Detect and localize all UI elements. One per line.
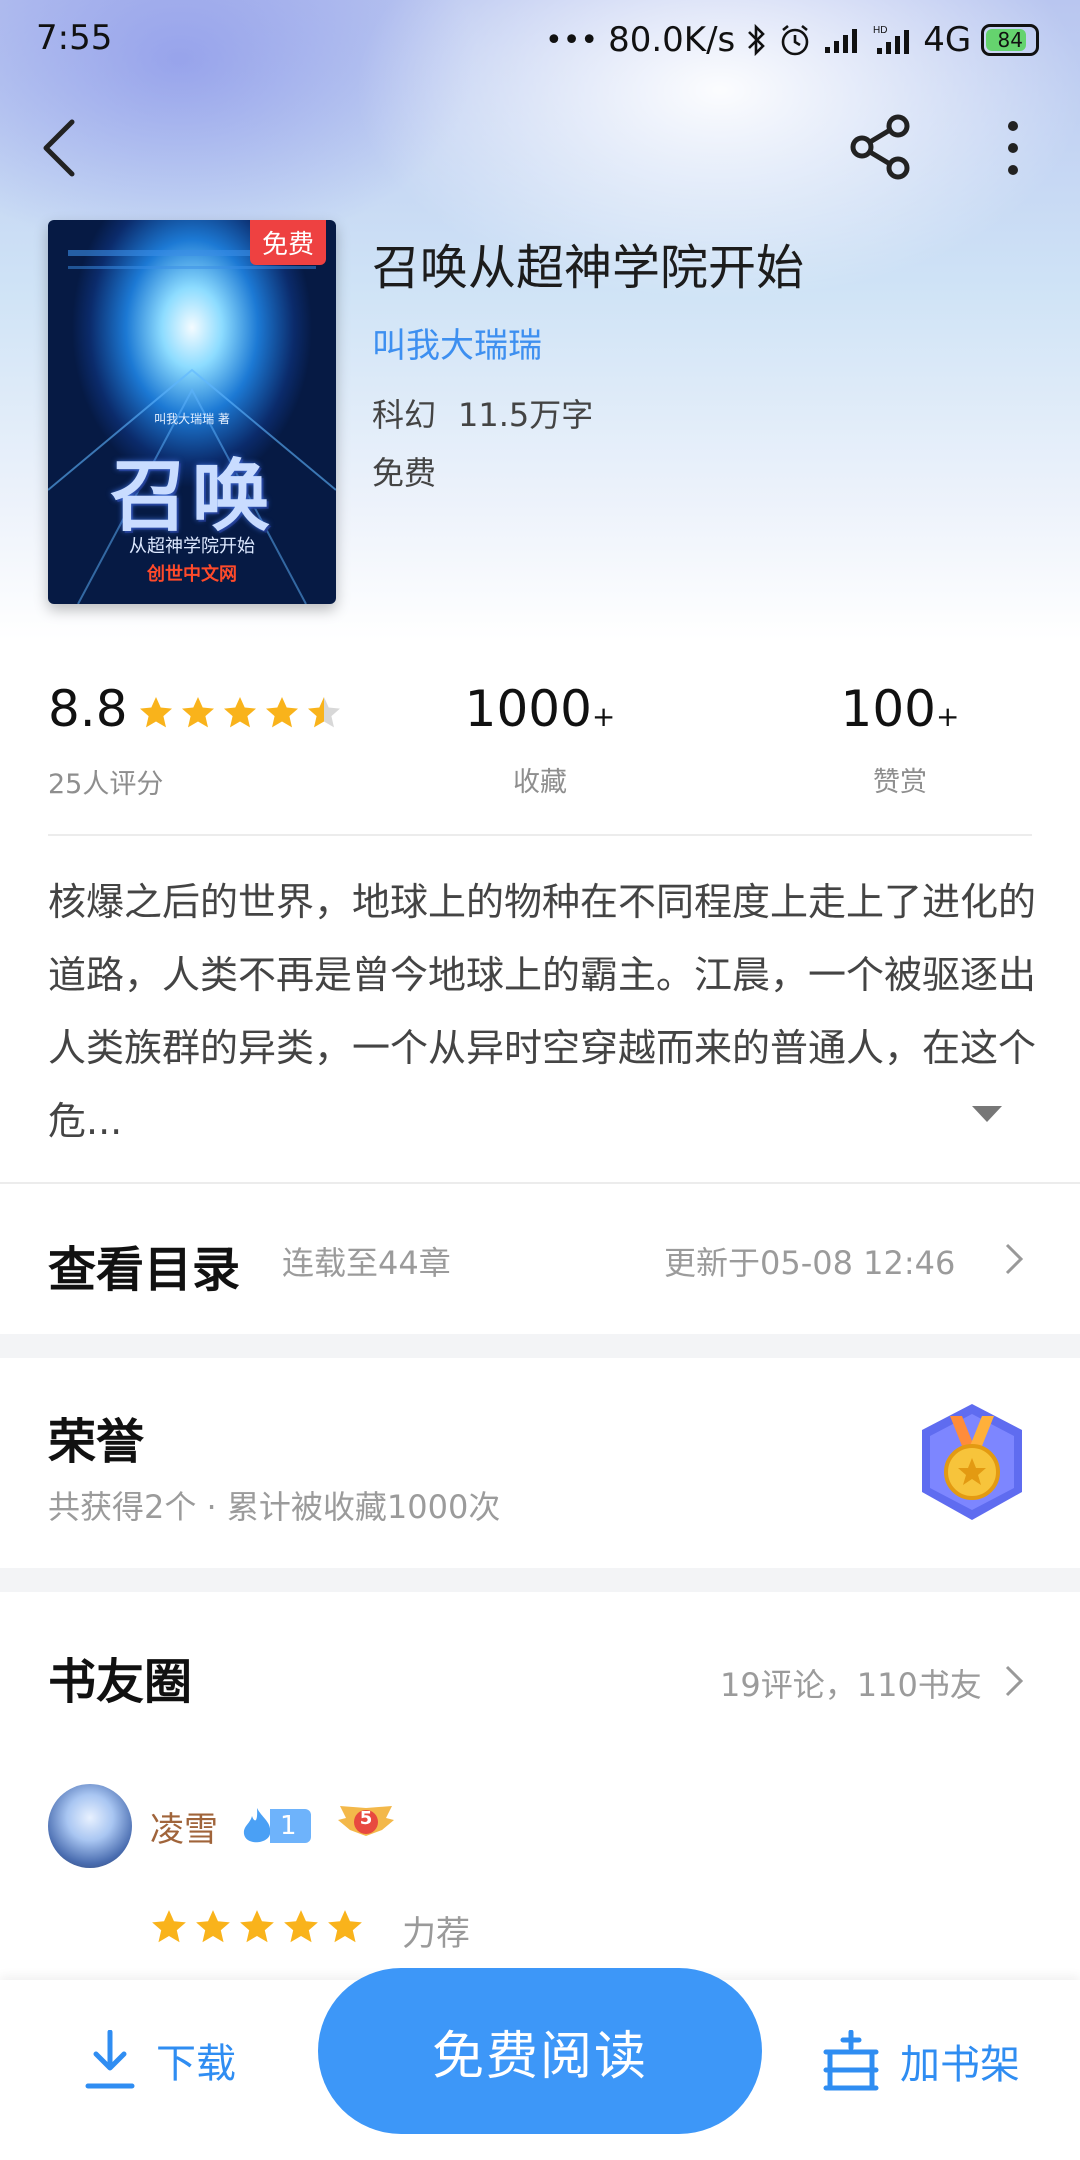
section-gap [0, 1568, 1080, 1592]
rewards-count: 100 [840, 680, 936, 738]
network-speed: 80.0K/s [608, 20, 736, 60]
signal-icon [825, 29, 858, 53]
free-read-label: 免费阅读 [431, 2026, 648, 2087]
rewards-label: 赞赏 [873, 767, 927, 798]
star-icon [152, 1910, 186, 1943]
share-button[interactable] [848, 114, 914, 180]
book-price: 免费 [372, 454, 437, 492]
star-icon [224, 697, 256, 728]
network-type: 4G [923, 20, 972, 60]
chevron-right-icon [1005, 1665, 1024, 1697]
chevron-right-icon [1005, 1243, 1024, 1275]
badge-level: 5 [359, 1808, 373, 1829]
recommend-label: 力荐 [402, 1914, 470, 1954]
back-button[interactable] [40, 118, 80, 178]
star-icon [240, 1910, 274, 1943]
svg-text:HD: HD [873, 25, 887, 36]
download-icon [85, 2030, 135, 2089]
battery-icon: 84 [981, 24, 1040, 56]
honor-row[interactable]: 荣誉 共获得2个 · 累计被收藏1000次 [0, 1358, 1080, 1566]
circle-header[interactable]: 书友圈 19评论，110书友 [0, 1592, 1080, 1772]
level-badge: 5 [336, 1802, 396, 1844]
star-icon [284, 1910, 318, 1943]
cover-brand-logo: 创世中文网 [147, 564, 237, 585]
expand-synopsis-button[interactable] [972, 1106, 1002, 1128]
rating-count: 25人评分 [48, 769, 164, 800]
fan-level-badge: 1 [240, 1806, 311, 1846]
catalog-title: 查看目录 [48, 1242, 241, 1298]
comment-stars [150, 1908, 364, 1946]
star-icon [182, 697, 214, 728]
chevron-left-icon [43, 119, 75, 177]
more-button[interactable] [1000, 118, 1026, 178]
book-genre: 科幻 [372, 396, 437, 434]
rewards-stat: 100+ [800, 680, 1000, 738]
star-icon [196, 1910, 230, 1943]
book-cover[interactable]: 免费 叫我大瑞瑞 著 召唤 从超神学院开始 创世中文网 [48, 220, 336, 604]
free-read-button[interactable]: 免费阅读 [318, 1968, 762, 2134]
avatar[interactable] [48, 1784, 132, 1868]
star-icon [328, 1910, 362, 1943]
catalog-progress: 连载至44章 [282, 1244, 451, 1282]
download-label: 下载 [156, 2041, 236, 2087]
cover-subtitle: 从超神学院开始 [129, 536, 255, 557]
signal-dots-icon: ••• [545, 22, 599, 58]
honor-summary: 共获得2个 · 累计被收藏1000次 [48, 1488, 501, 1526]
comment-user-name[interactable]: 凌雪 [150, 1802, 218, 1851]
download-button[interactable]: 下载 [84, 2030, 236, 2090]
cover-free-badge: 免费 [249, 220, 326, 265]
status-time: 7:55 [36, 18, 113, 58]
share-icon [850, 114, 910, 180]
bookshelf-add-icon [823, 2030, 879, 2091]
favorites-label: 收藏 [513, 767, 567, 798]
book-meta: 科幻 11.5万字 [372, 390, 593, 436]
flame-icon [243, 1808, 271, 1843]
fan-level: 1 [270, 1809, 311, 1843]
signal-hd-icon: HD [873, 25, 910, 54]
add-to-shelf-button[interactable]: 加书架 [820, 2030, 1020, 2092]
catalog-updated: 更新于05-08 12:46 [664, 1244, 956, 1282]
medal-icon [922, 1404, 1022, 1520]
book-word-count: 11.5万字 [458, 396, 594, 434]
rating-score: 8.8 [48, 680, 128, 738]
battery-level: 84 [997, 28, 1023, 52]
caret-down-icon [972, 1106, 1002, 1122]
rewards-suffix: + [935, 700, 960, 733]
cover-author: 叫我大瑞瑞 著 [154, 412, 230, 426]
circle-summary: 19评论，110书友 [720, 1666, 982, 1704]
synopsis-text[interactable]: 核爆之后的世界，地球上的物种在不同程度上走上了进化的道路，人类不再是曾今地球上的… [48, 866, 1038, 1158]
favorites-count: 1000 [464, 680, 592, 738]
star-icon [308, 697, 340, 728]
circle-title: 书友圈 [48, 1654, 193, 1710]
star-icon [266, 697, 298, 728]
favorites-suffix: + [591, 700, 616, 733]
book-author-link[interactable]: 叫我大瑞瑞 [372, 318, 542, 367]
book-title: 召唤从超神学院开始 [372, 240, 805, 296]
catalog-row[interactable]: 查看目录 连载至44章 更新于05-08 12:46 [0, 1186, 1080, 1332]
divider [0, 1182, 1080, 1184]
more-vertical-icon [1008, 121, 1018, 175]
bluetooth-icon [748, 23, 766, 57]
status-right: ••• 80.0K/s HD 4G 84 [545, 18, 1040, 62]
rating-stars [138, 695, 342, 731]
cover-title: 召唤 [109, 451, 274, 542]
add-shelf-label: 加书架 [900, 2042, 1020, 2088]
star-icon [140, 697, 172, 728]
section-gap [0, 1334, 1080, 1358]
alarm-icon [781, 24, 809, 56]
divider [48, 834, 1032, 836]
honor-title: 荣誉 [48, 1414, 145, 1470]
favorites-stat: 1000+ [420, 680, 660, 738]
